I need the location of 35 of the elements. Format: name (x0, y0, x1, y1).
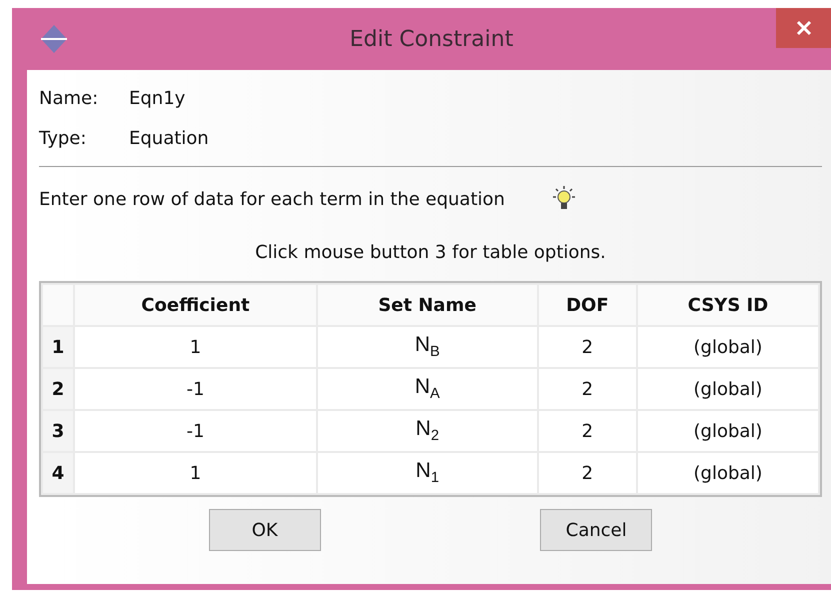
column-header: Coefficient (75, 285, 316, 325)
table-cell[interactable]: -1 (75, 411, 316, 451)
table-cell[interactable]: -1 (75, 369, 316, 409)
close-icon (796, 20, 812, 36)
table-cell[interactable]: N$_{1}$ (318, 453, 537, 493)
table-cell[interactable]: N$_{A}$ (318, 369, 537, 409)
field-label: Name: (39, 88, 100, 108)
column-header: Set Name (318, 285, 537, 325)
row-number: 1 (43, 327, 73, 367)
column-header: DOF (538, 285, 636, 325)
table-cell[interactable]: (global) (638, 453, 818, 493)
table-cell[interactable]: N$_{2}$ (318, 411, 537, 451)
field-value: Eqn1y (129, 88, 186, 108)
row-number: 4 (43, 453, 73, 493)
cancel-button[interactable]: Cancel (540, 509, 652, 551)
row-number: 2 (43, 369, 73, 409)
table-cell[interactable]: N$_{B}$ (318, 327, 537, 367)
row-number: 3 (43, 411, 73, 451)
window-title: Edit Constraint (348, 26, 514, 52)
close-button[interactable] (776, 8, 831, 48)
table-cell[interactable]: (global) (638, 327, 818, 367)
ok-button[interactable]: OK (208, 509, 321, 551)
table-cell[interactable]: (global) (638, 369, 818, 409)
table-cell[interactable]: 2 (538, 369, 636, 409)
column-header: CSYS ID (638, 285, 818, 325)
hint-text: Click mouse button 3 for table options. (254, 241, 607, 265)
table-cell[interactable]: 2 (538, 327, 636, 367)
field-label: Type: (39, 128, 88, 148)
table-cell[interactable]: (global) (638, 411, 818, 451)
table-cell[interactable]: 2 (538, 453, 636, 493)
table-cell[interactable]: 1 (75, 453, 316, 493)
instruction-text: Enter one row of data for each term in the equation (39, 188, 505, 210)
field-value: Equation (129, 128, 209, 148)
table-cell[interactable]: 1 (75, 327, 316, 367)
table-cell[interactable]: 2 (538, 411, 636, 451)
